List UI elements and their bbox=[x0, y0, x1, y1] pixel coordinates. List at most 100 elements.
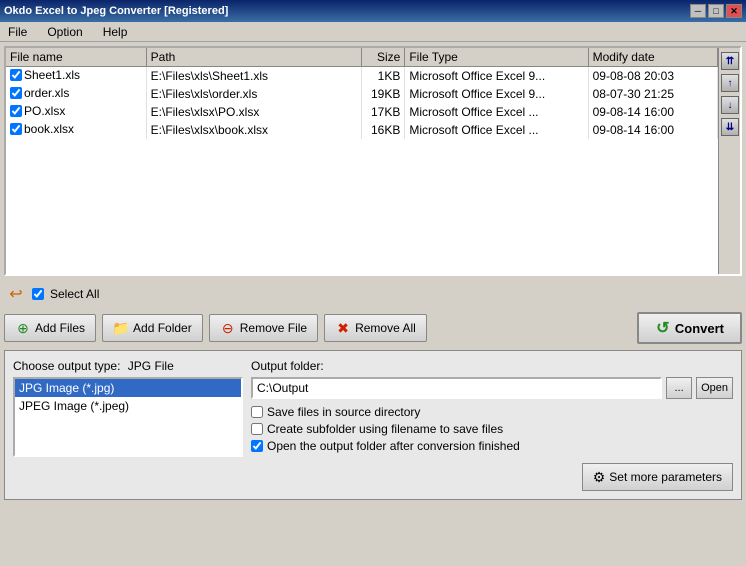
filename-text: book.xlsx bbox=[24, 122, 74, 136]
menu-option[interactable]: Option bbox=[43, 24, 86, 40]
add-folder-icon: 📁 bbox=[113, 320, 129, 336]
remove-all-icon: ✖ bbox=[335, 320, 351, 336]
output-type-item[interactable]: JPEG Image (*.jpeg) bbox=[15, 397, 241, 415]
table-row: order.xls E:\Files\xls\order.xls 19KB Mi… bbox=[6, 85, 718, 103]
cell-date: 09-08-08 20:03 bbox=[588, 67, 717, 86]
option-checkbox-row: Save files in source directory bbox=[251, 405, 733, 419]
add-files-label: Add Files bbox=[35, 321, 85, 335]
cell-filename: PO.xlsx bbox=[6, 103, 146, 121]
cell-date: 09-08-14 16:00 bbox=[588, 121, 717, 139]
cell-filename: Sheet1.xls bbox=[6, 67, 146, 86]
open-folder-button[interactable]: Open bbox=[696, 377, 733, 399]
output-folder-label: Output folder: bbox=[251, 359, 733, 373]
output-folder-section: Output folder: ... Open Save files in so… bbox=[251, 359, 733, 491]
output-type-item[interactable]: JPG Image (*.jpg) bbox=[15, 379, 241, 397]
checkboxes-container: Save files in source directory Create su… bbox=[251, 405, 733, 453]
cell-date: 08-07-30 21:25 bbox=[588, 85, 717, 103]
cell-path: E:\Files\xlsx\book.xlsx bbox=[146, 121, 362, 139]
bottom-panel: Choose output type: JPG File JPG Image (… bbox=[4, 350, 742, 500]
add-folder-label: Add Folder bbox=[133, 321, 192, 335]
option-checkbox-row: Create subfolder using filename to save … bbox=[251, 422, 733, 436]
back-icon[interactable]: ↩ bbox=[6, 284, 26, 304]
col-header-filename: File name bbox=[6, 48, 146, 67]
minimize-button[interactable]: ─ bbox=[690, 4, 706, 18]
option-checkbox[interactable] bbox=[251, 440, 263, 452]
cell-type: Microsoft Office Excel ... bbox=[405, 103, 588, 121]
file-list-footer: ↩ Select All bbox=[4, 280, 742, 308]
gear-icon: ⚙ bbox=[593, 469, 606, 486]
col-header-path: Path bbox=[146, 48, 362, 67]
params-label: Set more parameters bbox=[609, 470, 722, 484]
option-checkbox-label: Create subfolder using filename to save … bbox=[267, 422, 503, 436]
files-table: File name Path Size File Type Modify dat… bbox=[6, 48, 718, 139]
scroll-top-button[interactable]: ⇈ bbox=[721, 52, 739, 70]
option-checkbox[interactable] bbox=[251, 423, 263, 435]
remove-file-button[interactable]: ⊖ Remove File bbox=[209, 314, 318, 342]
cell-type: Microsoft Office Excel 9... bbox=[405, 67, 588, 86]
scroll-buttons: ⇈ ↑ ↓ ⇊ bbox=[718, 48, 740, 274]
cell-size: 16KB bbox=[362, 121, 405, 139]
option-checkbox-label: Save files in source directory bbox=[267, 405, 420, 419]
cell-size: 19KB bbox=[362, 85, 405, 103]
menu-bar: File Option Help bbox=[0, 22, 746, 42]
table-row: book.xlsx E:\Files\xlsx\book.xlsx 16KB M… bbox=[6, 121, 718, 139]
add-files-button[interactable]: ⊕ Add Files bbox=[4, 314, 96, 342]
output-type-label: Choose output type: JPG File bbox=[13, 359, 243, 373]
remove-file-icon: ⊖ bbox=[220, 320, 236, 336]
title-bar: Okdo Excel to Jpeg Converter [Registered… bbox=[0, 0, 746, 22]
output-folder-input[interactable] bbox=[251, 377, 662, 399]
scroll-up-button[interactable]: ↑ bbox=[721, 74, 739, 92]
cell-filename: order.xls bbox=[6, 85, 146, 103]
filename-text: order.xls bbox=[24, 86, 69, 100]
cell-type: Microsoft Office Excel 9... bbox=[405, 85, 588, 103]
table-row: PO.xlsx E:\Files\xlsx\PO.xlsx 17KB Micro… bbox=[6, 103, 718, 121]
cell-path: E:\Files\xlsx\PO.xlsx bbox=[146, 103, 362, 121]
cell-date: 09-08-14 16:00 bbox=[588, 103, 717, 121]
select-all-label[interactable]: Select All bbox=[50, 287, 99, 301]
add-folder-button[interactable]: 📁 Add Folder bbox=[102, 314, 203, 342]
output-type-list: JPG Image (*.jpg)JPEG Image (*.jpeg) bbox=[13, 377, 243, 457]
close-button[interactable]: ✕ bbox=[726, 4, 742, 18]
app-title: Okdo Excel to Jpeg Converter [Registered… bbox=[4, 5, 228, 17]
file-list-container: File name Path Size File Type Modify dat… bbox=[4, 46, 742, 276]
set-params-button[interactable]: ⚙ Set more parameters bbox=[582, 463, 733, 491]
option-checkbox[interactable] bbox=[251, 406, 263, 418]
file-table: File name Path Size File Type Modify dat… bbox=[6, 48, 718, 274]
cell-size: 17KB bbox=[362, 103, 405, 121]
filename-text: PO.xlsx bbox=[24, 104, 65, 118]
remove-all-button[interactable]: ✖ Remove All bbox=[324, 314, 427, 342]
col-header-date: Modify date bbox=[588, 48, 717, 67]
menu-help[interactable]: Help bbox=[99, 24, 132, 40]
maximize-button[interactable]: □ bbox=[708, 4, 724, 18]
option-checkbox-row: Open the output folder after conversion … bbox=[251, 439, 733, 453]
cell-size: 1KB bbox=[362, 67, 405, 86]
browse-button[interactable]: ... bbox=[666, 377, 692, 399]
scroll-down-button[interactable]: ↓ bbox=[721, 96, 739, 114]
main-window: File name Path Size File Type Modify dat… bbox=[0, 42, 746, 504]
remove-file-label: Remove File bbox=[240, 321, 307, 335]
convert-icon: ↺ bbox=[655, 320, 671, 336]
cell-path: E:\Files\xls\Sheet1.xls bbox=[146, 67, 362, 86]
row-checkbox[interactable] bbox=[10, 87, 22, 99]
cell-filename: book.xlsx bbox=[6, 121, 146, 139]
row-checkbox[interactable] bbox=[10, 123, 22, 135]
menu-file[interactable]: File bbox=[4, 24, 31, 40]
row-checkbox[interactable] bbox=[10, 69, 22, 81]
scroll-bottom-button[interactable]: ⇊ bbox=[721, 118, 739, 136]
add-files-icon: ⊕ bbox=[15, 320, 31, 336]
col-header-type: File Type bbox=[405, 48, 588, 67]
row-checkbox[interactable] bbox=[10, 105, 22, 117]
cell-type: Microsoft Office Excel ... bbox=[405, 121, 588, 139]
folder-row: ... Open bbox=[251, 377, 733, 399]
convert-label: Convert bbox=[675, 321, 724, 336]
col-header-size: Size bbox=[362, 48, 405, 67]
table-row: Sheet1.xls E:\Files\xls\Sheet1.xls 1KB M… bbox=[6, 67, 718, 86]
toolbar: ⊕ Add Files 📁 Add Folder ⊖ Remove File ✖… bbox=[4, 312, 742, 344]
select-all-checkbox[interactable] bbox=[32, 288, 44, 300]
output-type-section: Choose output type: JPG File JPG Image (… bbox=[13, 359, 243, 491]
convert-button[interactable]: ↺ Convert bbox=[637, 312, 742, 344]
cell-path: E:\Files\xls\order.xls bbox=[146, 85, 362, 103]
window-controls: ─ □ ✕ bbox=[690, 4, 742, 18]
remove-all-label: Remove All bbox=[355, 321, 416, 335]
option-checkbox-label: Open the output folder after conversion … bbox=[267, 439, 520, 453]
